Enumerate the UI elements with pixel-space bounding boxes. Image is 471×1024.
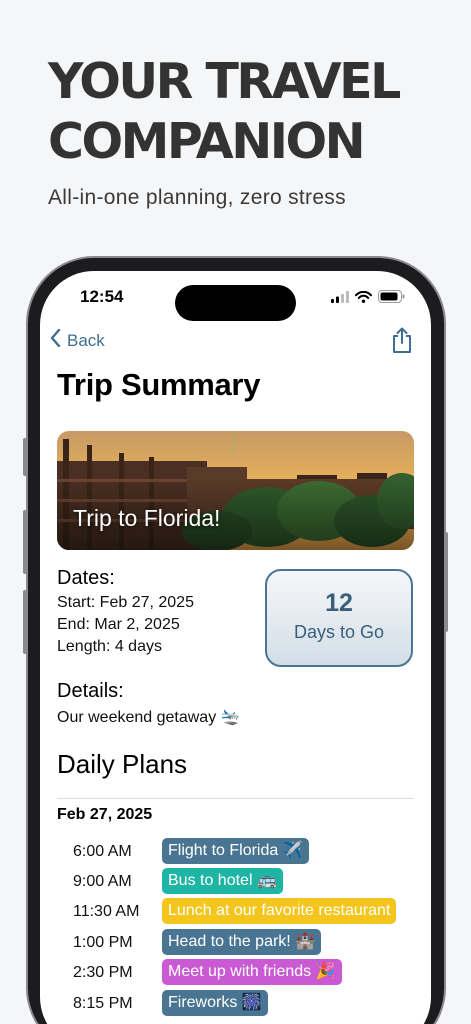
plan-time: 11:30 AM <box>73 903 140 920</box>
status-time: 12:54 <box>80 287 124 306</box>
phone-volume-up <box>23 510 27 574</box>
phone-power-button <box>444 532 448 632</box>
plan-item[interactable]: Flight to Florida ✈️ <box>162 838 309 864</box>
phone-screen: 12:54 Back Trip Summary Trip to Florida!… <box>40 271 431 1024</box>
headline-line-1: YOUR TRAVEL <box>48 53 401 110</box>
plan-time: 9:00 AM <box>73 873 132 890</box>
plan-time: 1:00 PM <box>73 934 133 951</box>
plan-item[interactable]: Bus to hotel 🚌 <box>162 868 283 894</box>
plan-item[interactable]: Fireworks 🎆 <box>162 990 268 1016</box>
day-heading: Feb 27, 2025 <box>57 806 153 823</box>
battery-icon <box>378 290 405 308</box>
promo-tagline: All-in-one planning, zero stress <box>48 186 346 209</box>
daily-plans-heading: Daily Plans <box>57 749 188 779</box>
details-text: Our weekend getaway 🛬 <box>57 709 241 726</box>
plan-time: 6:00 AM <box>73 843 132 860</box>
trip-name: Trip to Florida! <box>73 505 221 531</box>
share-button[interactable] <box>391 327 413 359</box>
page-title: Trip Summary <box>57 367 261 402</box>
countdown-card[interactable]: 12 Days to Go <box>265 569 413 667</box>
countdown-number: 12 <box>325 589 353 617</box>
plan-time: 8:15 PM <box>73 995 133 1012</box>
phone-action-button <box>23 438 27 476</box>
plan-item[interactable]: Head to the park! 🏰 <box>162 929 322 955</box>
chevron-left-icon <box>50 328 61 352</box>
phone-volume-down <box>23 590 27 654</box>
back-label: Back <box>67 330 105 350</box>
countdown-label: Days to Go <box>293 622 385 642</box>
details-heading: Details: <box>57 680 124 702</box>
promo-headline: YOUR TRAVEL COMPANION <box>48 52 401 172</box>
plan-item[interactable]: Meet up with friends 🎉 <box>162 959 342 985</box>
divider <box>57 798 414 799</box>
trip-hero-card[interactable]: Trip to Florida! <box>57 431 414 550</box>
plan-item[interactable]: Lunch at our favorite restaurant <box>162 898 397 924</box>
signal-icon <box>331 290 349 308</box>
start-date: Start: Feb 27, 2025 <box>57 594 194 611</box>
headline-line-2: COMPANION <box>48 113 366 170</box>
plan-time: 2:30 PM <box>73 964 133 981</box>
end-date: End: Mar 2, 2025 <box>57 616 180 633</box>
dates-heading: Dates: <box>57 567 115 589</box>
trip-length: Length: 4 days <box>57 638 162 655</box>
wifi-icon <box>355 290 372 308</box>
back-button[interactable]: Back <box>50 328 105 352</box>
status-icons <box>331 290 405 308</box>
trip-hero-image <box>57 431 414 550</box>
dynamic-island <box>175 285 296 321</box>
share-icon <box>391 327 413 358</box>
